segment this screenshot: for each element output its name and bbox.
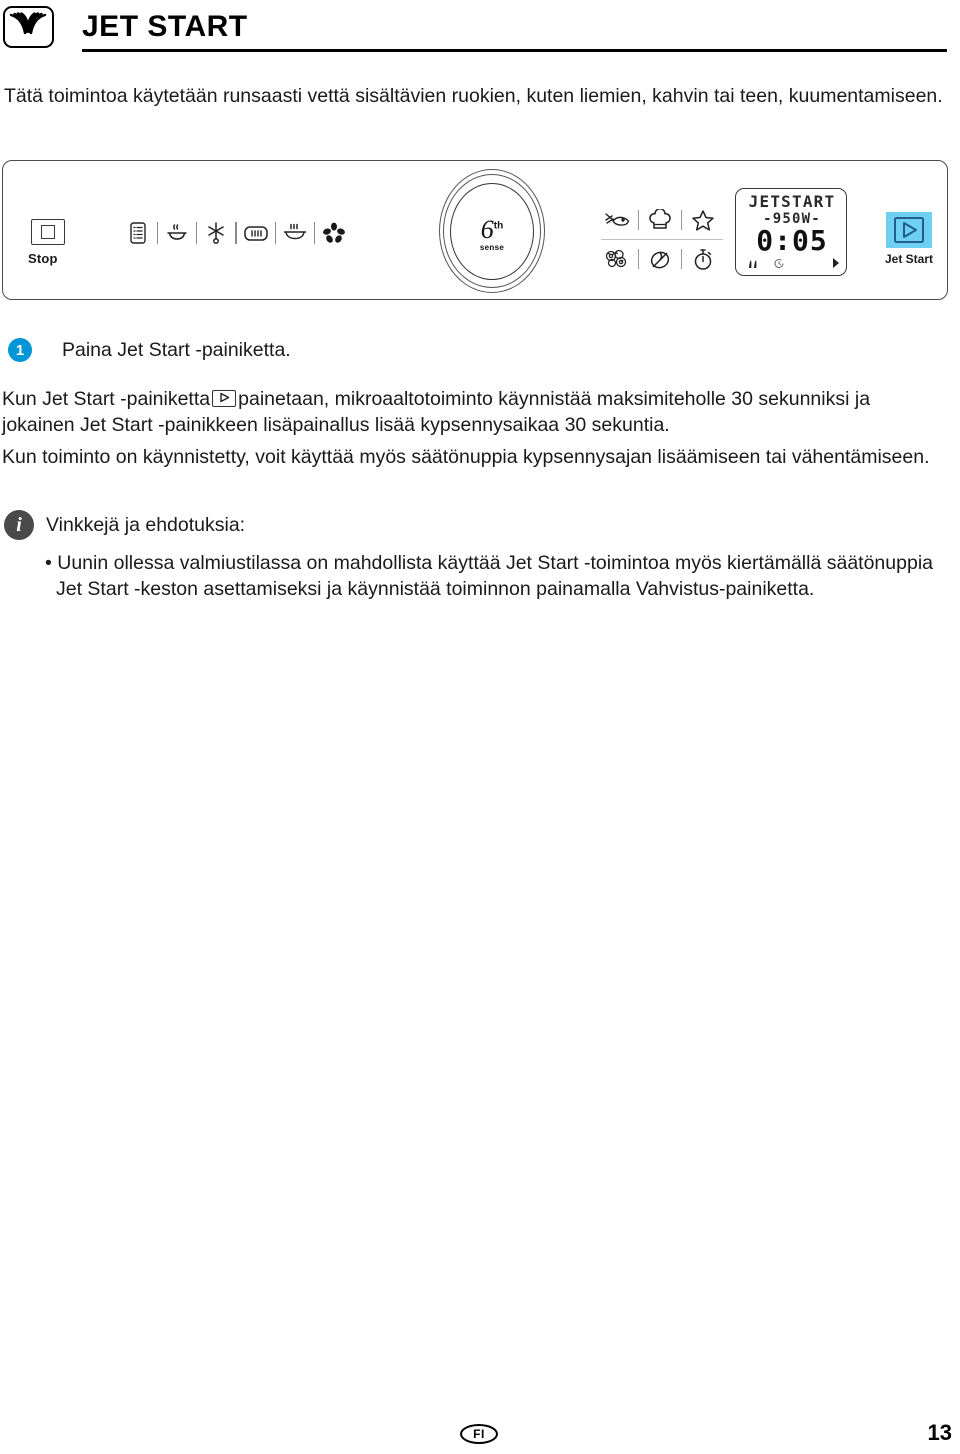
step-1: 1 Paina Jet Start -painiketta. [8,338,291,362]
icon-separator [638,249,640,269]
knob-sublabel: sense [479,243,505,252]
microwave-waves-icon [3,6,54,48]
steam-bowl-icon[interactable] [162,219,192,247]
program-icon-row-bottom [601,240,723,278]
program-icon-grid [601,201,723,278]
step-number-badge: 1 [8,338,32,362]
lcd-display: JETSTART -950W- 0:05 [735,188,847,276]
stop-square-icon[interactable] [31,219,65,245]
star-favourite-icon[interactable] [687,205,719,235]
grill-pan-icon[interactable] [241,219,271,247]
icon-separator [196,222,198,244]
step-1-text: Paina Jet Start -painiketta. [62,338,291,361]
paragraph-part-before-key: Kun Jet Start -painiketta [2,388,211,410]
clock-indicator-icon [773,254,785,273]
info-icon: i [4,510,34,540]
no-cook-icon[interactable] [644,244,676,274]
intro-paragraph: Tätä toimintoa käytetään runsaasti vettä… [4,85,943,107]
title-divider [82,49,947,52]
steam-indicator-icon [748,254,759,273]
popcorn-icon[interactable] [601,244,633,274]
paragraph-jetstart-description: Kun Jet Start -painiketta painetaan, mikr… [2,386,948,438]
knob-superscript: th [493,220,504,232]
icon-separator [681,210,683,230]
tips-header: i Vinkkejä ja ehdotuksia: [4,510,245,540]
function-icon-row [123,219,349,247]
chef-hat-icon[interactable] [644,205,676,235]
lcd-line-mode: JETSTART [748,192,836,211]
jet-start-button-label: Jet Start [884,252,934,266]
icon-separator [681,249,683,269]
icon-separator [157,222,159,244]
tips-title: Vinkkejä ja ehdotuksia: [46,513,246,536]
icon-separator [235,222,237,244]
page-header: JET START [0,0,960,62]
arrow-right-indicator-icon [832,254,840,273]
defrost-snowflake-icon[interactable] [201,219,231,247]
tips-bullet: • Uunin ollessa valmiustilassa on mahdol… [45,552,933,600]
page-number: 13 [927,1420,952,1445]
vegetables-fish-icon[interactable] [601,205,633,235]
lcd-status-strip [744,256,840,270]
language-badge: FI [460,1424,498,1444]
lcd-line-time: 0:05 [756,224,828,257]
6th-sense-knob[interactable]: 6th sense [431,167,553,295]
stop-button-label: Stop [28,251,58,266]
icon-separator [638,210,640,230]
fan-icon[interactable] [319,219,349,247]
jet-start-button[interactable] [886,212,932,248]
menu-list-icon[interactable] [123,219,153,247]
stop-square-inner [41,225,55,239]
knob-numeral-text: 6 [480,215,494,244]
timer-icon[interactable] [687,244,719,274]
icon-separator [274,222,276,244]
knob-numeral: 6th [431,217,553,243]
program-icon-row-top [601,201,723,239]
icon-separator [313,222,315,244]
paragraph-knob-adjust: Kun toiminto on käynnistetty, voit käytt… [2,446,930,468]
crisp-plate-icon[interactable] [280,219,310,247]
page-title: JET START [82,10,248,43]
play-triangle-icon [212,390,237,407]
